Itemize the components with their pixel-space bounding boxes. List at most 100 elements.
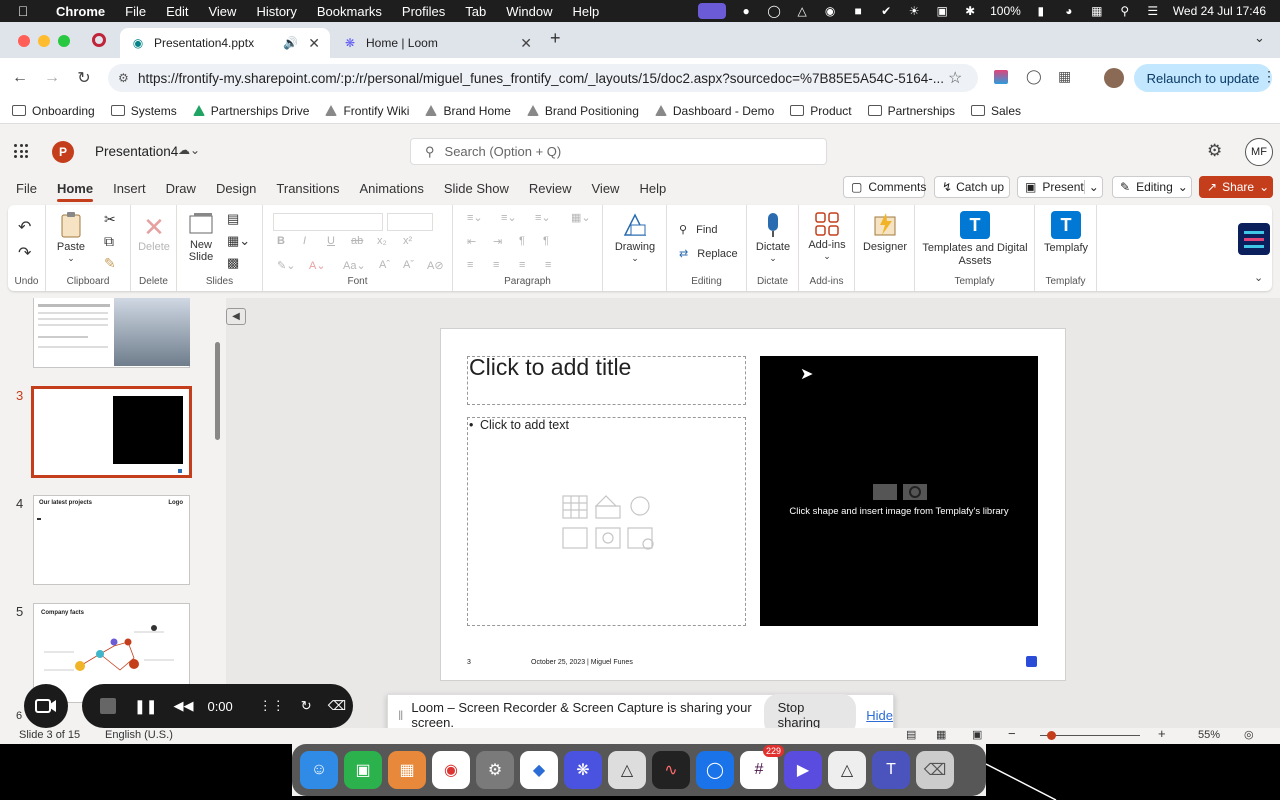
trash-icon[interactable]: ⌫ bbox=[916, 751, 954, 789]
new-tab-icon[interactable]: + bbox=[550, 28, 561, 49]
shrink-font-icon[interactable]: Aˇ bbox=[403, 259, 414, 271]
loom-camera-button[interactable] bbox=[24, 684, 68, 728]
b-app-icon[interactable]: ◉ bbox=[822, 4, 838, 18]
tab-file[interactable]: File bbox=[16, 181, 37, 196]
powerpoint-logo-icon[interactable]: P bbox=[52, 141, 74, 163]
chrome-menu-icon[interactable]: ⋮ bbox=[1262, 68, 1276, 85]
system-settings-icon[interactable]: ⚙ bbox=[476, 751, 514, 789]
drag-handle-icon[interactable]: ‖ bbox=[398, 708, 403, 723]
bookmark-star-icon[interactable]: ☆ bbox=[948, 68, 962, 88]
close-tab-icon[interactable]: ✕ bbox=[520, 35, 532, 52]
document-title[interactable]: Presentation4 bbox=[95, 144, 178, 159]
align-center-icon[interactable]: ≡ bbox=[493, 259, 499, 271]
format-painter-icon[interactable]: ✎ bbox=[104, 255, 116, 272]
chrome-icon[interactable]: ◉ bbox=[432, 751, 470, 789]
reading-view-icon[interactable]: ▣ bbox=[972, 728, 982, 741]
ribbon-expand-icon[interactable]: ⌄ bbox=[1254, 271, 1263, 284]
screen-app-icon[interactable]: ▶ bbox=[784, 751, 822, 789]
zoom-level[interactable]: 55% bbox=[1198, 729, 1220, 741]
tab-transitions[interactable]: Transitions bbox=[276, 181, 339, 196]
search-input[interactable]: ⚲ Search (Option + Q) bbox=[410, 138, 827, 165]
copy-icon[interactable]: ⧉ bbox=[104, 233, 114, 250]
tab-view[interactable]: View bbox=[592, 181, 620, 196]
frontify-addin-icon[interactable] bbox=[1238, 223, 1270, 255]
tab-insert[interactable]: Insert bbox=[113, 181, 146, 196]
reload-icon[interactable]: ↻ bbox=[68, 68, 100, 88]
extensions-puzzle-icon[interactable]: ▦ bbox=[1058, 68, 1071, 85]
superscript-icon[interactable]: x² bbox=[403, 235, 412, 247]
tab-search-icon[interactable]: ⌄ bbox=[1254, 30, 1265, 46]
settings-gear-icon[interactable]: ⚙ bbox=[1207, 141, 1222, 161]
align-left-icon[interactable]: ≡ bbox=[467, 259, 473, 271]
rewind-icon[interactable]: ◀◀ bbox=[173, 698, 193, 714]
bookmark-frontify-wiki[interactable]: Frontify Wiki bbox=[325, 104, 409, 118]
zoom-out-icon[interactable]: − bbox=[1008, 726, 1016, 741]
drag-handle-icon[interactable]: ⋮⋮ bbox=[259, 698, 285, 714]
find-button[interactable]: ⚲ Find bbox=[679, 223, 718, 236]
slack-icon[interactable]: # 229 bbox=[740, 745, 784, 789]
highlight-icon[interactable]: ✎⌄ bbox=[277, 259, 295, 272]
forward-icon[interactable]: → bbox=[36, 69, 68, 87]
record-icon[interactable] bbox=[92, 33, 106, 47]
bold-icon[interactable]: B bbox=[277, 235, 285, 247]
tool-icon[interactable]: ■ bbox=[850, 4, 866, 18]
app-launcher-icon[interactable] bbox=[14, 144, 28, 158]
drawing-button[interactable]: Drawing ⌄ bbox=[611, 211, 659, 264]
bookmark-product[interactable]: Product bbox=[790, 104, 852, 118]
spotlight-icon[interactable]: ⚲ bbox=[1117, 4, 1133, 18]
site-info-icon[interactable]: ⚙ bbox=[118, 71, 129, 85]
audio-icon[interactable]: 🔊 bbox=[283, 36, 298, 50]
bookmark-onboarding[interactable]: Onboarding bbox=[12, 104, 95, 118]
slide-thumbnail[interactable]: Our latest projects Logo bbox=[33, 495, 190, 585]
section-icon[interactable]: ▩ bbox=[227, 255, 239, 271]
pause-icon[interactable]: ❚❚ bbox=[134, 698, 157, 715]
close-window-button[interactable] bbox=[18, 35, 30, 47]
pane-toggle-icon[interactable]: ◀ bbox=[226, 308, 246, 325]
menu-file[interactable]: File bbox=[115, 4, 156, 19]
tab-design[interactable]: Design bbox=[216, 181, 256, 196]
strikethrough-icon[interactable]: ab bbox=[351, 235, 363, 247]
zoom-window-button[interactable] bbox=[58, 35, 70, 47]
templafy-button[interactable]: T Templafy bbox=[1041, 211, 1091, 254]
tab-draw[interactable]: Draw bbox=[166, 181, 196, 196]
addins-button[interactable]: Add-ins ⌄ bbox=[805, 211, 849, 262]
catch-up-button[interactable]: ↯ Catch up bbox=[934, 176, 1010, 198]
finder-icon[interactable]: ☺ bbox=[300, 751, 338, 789]
extension-frontify-icon[interactable] bbox=[994, 70, 1008, 84]
change-case-icon[interactable]: Aa⌄ bbox=[343, 259, 366, 272]
screen-share-icon[interactable] bbox=[698, 3, 727, 19]
content-placeholder[interactable]: • Click to add text bbox=[467, 417, 746, 626]
underline-icon[interactable]: U bbox=[327, 235, 335, 247]
launchpad-icon[interactable]: ▦ bbox=[388, 751, 426, 789]
layout-icon[interactable]: ▤ bbox=[227, 211, 239, 227]
designer-button[interactable]: Designer bbox=[861, 211, 909, 253]
close-tab-icon[interactable]: ✕ bbox=[308, 35, 320, 52]
restart-icon[interactable]: ↻ bbox=[301, 698, 312, 714]
profile-avatar[interactable] bbox=[1104, 68, 1124, 88]
line-spacing-icon[interactable]: ≡⌄ bbox=[535, 211, 551, 224]
s-app-icon[interactable]: ▣ bbox=[934, 4, 950, 18]
control-center-icon[interactable]: ☰ bbox=[1145, 4, 1161, 18]
clock[interactable]: Wed 24 Jul 17:46 bbox=[1173, 4, 1266, 18]
bookmark-dashboard-demo[interactable]: Dashboard - Demo bbox=[654, 104, 774, 118]
comments-button[interactable]: ▢ Comments bbox=[843, 176, 926, 198]
stop-recording-button[interactable] bbox=[100, 698, 116, 714]
redo-icon[interactable]: ↷ bbox=[18, 243, 31, 263]
menu-bookmarks[interactable]: Bookmarks bbox=[307, 4, 392, 19]
apple-icon[interactable]:  bbox=[0, 3, 46, 19]
justify-icon[interactable]: ≡ bbox=[545, 259, 551, 271]
slide-thumbnail-selected[interactable] bbox=[31, 386, 192, 478]
back-icon[interactable]: ← bbox=[4, 69, 36, 87]
image-placeholder[interactable]: Click shape and insert image from Templa… bbox=[760, 356, 1038, 626]
sun-icon[interactable]: ☀ bbox=[906, 4, 922, 18]
tab-review[interactable]: Review bbox=[529, 181, 572, 196]
minimize-window-button[interactable] bbox=[38, 35, 50, 47]
account-avatar[interactable]: MF bbox=[1245, 138, 1273, 166]
dictate-button[interactable]: Dictate ⌄ bbox=[753, 211, 793, 264]
menu-history[interactable]: History bbox=[246, 4, 306, 19]
zoom-in-icon[interactable]: + bbox=[1158, 726, 1166, 741]
font-color-icon[interactable]: A⌄ bbox=[309, 259, 326, 272]
fit-slide-icon[interactable]: ◎ bbox=[1244, 728, 1254, 741]
menu-help[interactable]: Help bbox=[563, 4, 610, 19]
clear-format-icon[interactable]: A⊘ bbox=[427, 259, 444, 272]
